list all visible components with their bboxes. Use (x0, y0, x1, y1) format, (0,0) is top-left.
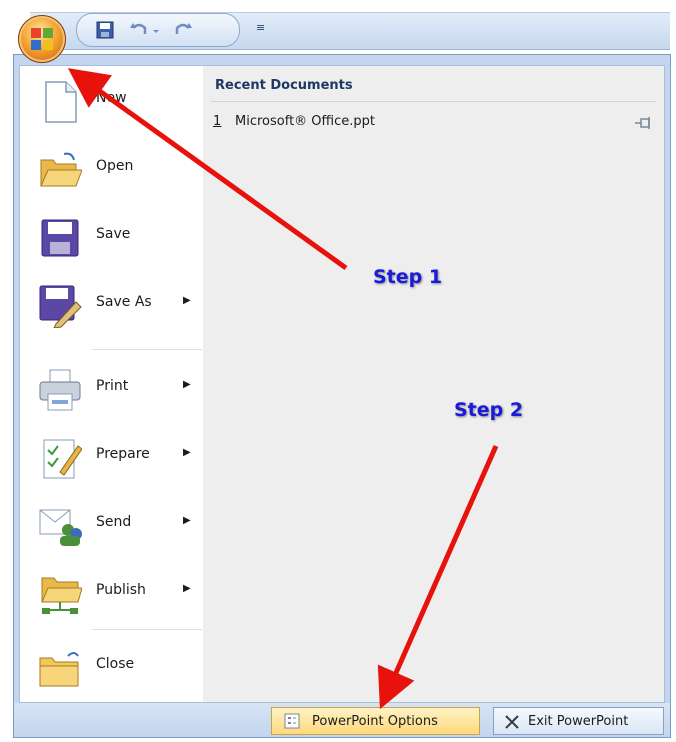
submenu-arrow-icon: ▶ (183, 379, 191, 390)
submenu-arrow-icon: ▶ (183, 447, 191, 458)
menu-item-open[interactable]: Open (20, 134, 203, 202)
menu-item-save-as[interactable]: Save As ▶ (20, 270, 203, 338)
step1-label: Step 1 (373, 266, 443, 288)
menu-divider (92, 629, 202, 630)
menu-item-label: Prepare (96, 446, 150, 462)
quick-access-pill (76, 13, 240, 47)
submenu-arrow-icon: ▶ (183, 515, 191, 526)
submenu-arrow-icon: ▶ (183, 583, 191, 594)
menu-item-label: Close (96, 656, 135, 672)
options-icon (284, 713, 300, 729)
menu-item-label: Send (96, 514, 132, 530)
menu-item-label: Open (96, 158, 134, 174)
printer-icon (39, 369, 81, 411)
send-icon (39, 509, 82, 546)
undo-dropdown-icon[interactable] (151, 20, 161, 40)
recent-documents-panel: Recent Documents 1 Microsoft® Office.ppt (203, 66, 664, 702)
submenu-arrow-icon: ▶ (183, 295, 191, 306)
menu-command-list: New Open Save Save As ▶ Print ▶ Prepare … (20, 66, 204, 702)
recent-documents-title: Recent Documents (215, 78, 353, 93)
menu-divider (92, 349, 202, 350)
office-menu: New Open Save Save As ▶ Print ▶ Prepare … (13, 54, 671, 738)
office-button[interactable] (18, 15, 66, 63)
close-icon (505, 715, 519, 729)
redo-icon[interactable] (173, 20, 193, 40)
prepare-icon (43, 439, 82, 479)
recent-document-item[interactable]: 1 Microsoft® Office.ppt (213, 114, 653, 134)
menu-item-label: Publish (96, 582, 146, 598)
office-logo-icon (31, 28, 53, 50)
menu-item-send[interactable]: Send ▶ (20, 490, 203, 558)
customize-quick-access-icon[interactable]: ≡ (256, 22, 268, 34)
save-icon[interactable] (95, 20, 115, 40)
exit-powerpoint-label: Exit PowerPoint (528, 714, 629, 729)
menu-item-label: Save As (96, 294, 152, 310)
save-as-icon (39, 285, 82, 328)
menu-item-label: Print (96, 378, 129, 394)
menu-item-prepare[interactable]: Prepare ▶ (20, 422, 203, 490)
step2-label: Step 2 (454, 399, 524, 421)
menu-item-label: New (96, 90, 127, 106)
menu-item-print[interactable]: Print ▶ (20, 354, 203, 422)
pin-icon[interactable] (635, 116, 653, 130)
powerpoint-options-label: PowerPoint Options (312, 714, 438, 729)
recent-document-number: 1 (213, 114, 222, 129)
menu-item-close[interactable]: Close (20, 632, 203, 700)
exit-powerpoint-button[interactable]: Exit PowerPoint (493, 707, 664, 735)
office-menu-body: New Open Save Save As ▶ Print ▶ Prepare … (19, 65, 665, 703)
recent-divider (211, 101, 656, 102)
recent-document-name: Microsoft® Office.ppt (235, 114, 375, 129)
menu-item-new[interactable]: New (20, 66, 203, 134)
new-document-icon (45, 81, 77, 123)
powerpoint-options-button[interactable]: PowerPoint Options (271, 707, 480, 735)
menu-item-save[interactable]: Save (20, 202, 203, 270)
publish-icon (41, 577, 82, 614)
menu-item-publish[interactable]: Publish ▶ (20, 558, 203, 626)
close-folder-icon (39, 652, 79, 687)
undo-icon[interactable] (129, 20, 149, 40)
open-folder-icon (40, 152, 82, 187)
save-icon (41, 219, 79, 257)
menu-footer: PowerPoint Options Exit PowerPoint (14, 703, 670, 737)
menu-item-label: Save (96, 226, 131, 242)
